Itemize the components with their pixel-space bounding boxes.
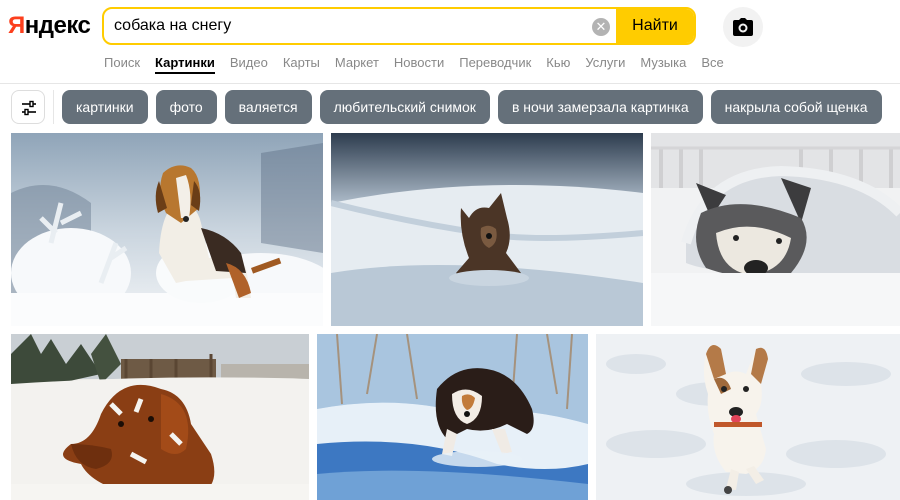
nav-item[interactable]: Видео — [230, 54, 268, 74]
nav-item[interactable]: Переводчик — [459, 54, 531, 74]
query-suggestion-chips: картинки фото валяется любительский снимок в… — [62, 90, 900, 124]
search-input[interactable] — [104, 9, 618, 43]
camera-icon — [733, 18, 753, 36]
nav-item[interactable]: Кью — [546, 54, 570, 74]
suggestion-chip[interactable]: картинки — [62, 90, 148, 124]
husky-covered-in-snow-image — [651, 133, 900, 326]
header: Яндекс ✕ Найти Поиск Картинки Видео Карты Ма… — [0, 0, 900, 84]
filter-separator — [53, 90, 54, 124]
nav-item[interactable]: Поиск — [104, 54, 140, 74]
logo-rest: ндекс — [24, 12, 91, 39]
suggestion-chip[interactable]: любительский снимок — [319, 90, 490, 124]
search-button[interactable]: Найти — [616, 9, 694, 43]
nav-item[interactable]: Музыка — [640, 54, 686, 74]
nav-item[interactable]: Услуги — [585, 54, 625, 74]
sliders-icon — [22, 100, 36, 116]
logo-first-letter: Я — [8, 12, 25, 39]
nav-item[interactable]: Картинки — [155, 54, 215, 74]
red-setter-in-snow-image — [11, 334, 309, 500]
yandex-logo[interactable]: Яндекс — [8, 12, 91, 40]
filters-button[interactable] — [11, 90, 45, 124]
suggestion-chip[interactable]: в ночи замерзала картинка — [497, 90, 703, 124]
image-result-beagle[interactable] — [11, 133, 323, 326]
suggestion-chip[interactable]: накрыла собой щенка — [710, 90, 882, 124]
image-result-terrier[interactable] — [596, 334, 900, 500]
nav-item[interactable]: Новости — [394, 54, 444, 74]
beagle-in-snowy-forest-image — [11, 133, 323, 326]
search-box: ✕ Найти — [102, 7, 696, 45]
dark-dog-in-deep-snow-image — [331, 133, 643, 326]
suggestion-chip[interactable]: валяется — [224, 90, 312, 124]
close-icon[interactable]: ✕ — [592, 18, 610, 36]
service-nav: Поиск Картинки Видео Карты Маркет Новости Пере… — [104, 54, 724, 74]
suggestion-chip[interactable]: фото — [155, 90, 217, 124]
image-result-husky[interactable] — [651, 133, 900, 326]
nav-item[interactable]: Карты — [283, 54, 320, 74]
spaniel-running-in-snow-image — [317, 334, 588, 500]
camera-search-button[interactable] — [723, 7, 763, 47]
terrier-running-in-snow-image — [596, 334, 900, 500]
nav-item[interactable]: Все — [701, 54, 723, 74]
image-result-spaniel[interactable] — [317, 334, 588, 500]
nav-item[interactable]: Маркет — [335, 54, 379, 74]
image-result-dark-dog[interactable] — [331, 133, 643, 326]
image-result-setter[interactable] — [11, 334, 309, 500]
